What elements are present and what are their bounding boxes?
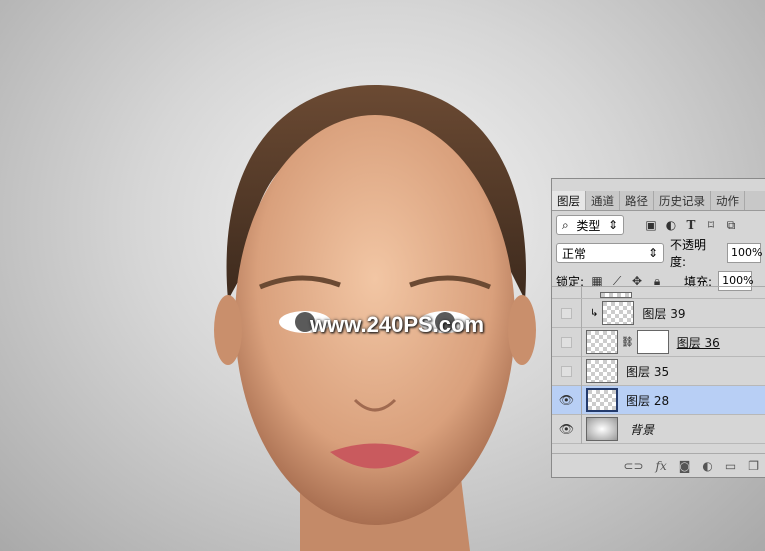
panel-tabs: 图层 通道 路径 历史记录 动作 (552, 191, 765, 211)
opacity-input[interactable]: 100% (727, 243, 762, 263)
add-mask-icon[interactable]: ◙ (679, 459, 691, 473)
layer-thumbnail (602, 301, 635, 325)
layers-panel: 图层 通道 路径 历史记录 动作 ⌕ 类型 ⇕ ▣ ◐ T ⌑ ⧉ 正常 ⇕ 不透明度… (551, 178, 765, 478)
tab-channels[interactable]: 通道 (586, 191, 620, 210)
new-group-icon[interactable]: ▭ (725, 459, 736, 473)
stepper-icon: ⇕ (647, 246, 659, 260)
panel-footer: ⊂⊃ fx ◙ ◐ ▭ ❐ (552, 453, 765, 477)
visibility-toggle[interactable] (552, 298, 582, 328)
smart-object-filter-icon[interactable]: ⧉ (724, 218, 738, 233)
search-icon: ⌕ (562, 217, 569, 232)
layer-row[interactable] (552, 287, 765, 299)
visibility-toggle[interactable] (552, 356, 582, 386)
mask-thumbnail[interactable] (636, 330, 669, 354)
filter-kind-select[interactable]: ⌕ 类型 ⇕ (556, 215, 624, 235)
fx-icon[interactable]: fx (656, 459, 667, 473)
shape-filter-icon[interactable]: ⌑ (704, 218, 718, 232)
layer-list: ↳ 图层 39 ⛓ 图层 36 图层 35 👁︎ 图层 28 👁︎ 背景 (552, 286, 765, 444)
visibility-toggle[interactable] (552, 327, 582, 357)
visibility-toggle[interactable]: 👁︎ (552, 385, 582, 415)
adjustment-filter-icon[interactable]: ◐ (664, 218, 678, 232)
tab-history[interactable]: 历史记录 (654, 191, 711, 210)
tab-layers[interactable]: 图层 (552, 191, 586, 210)
blend-row: 正常 ⇕ 不透明度: 100% (552, 238, 765, 269)
link-layers-icon[interactable]: ⊂⊃ (623, 459, 643, 473)
adjustment-layer-icon[interactable]: ◐ (702, 459, 712, 473)
layer-thumbnail (600, 292, 632, 298)
layer-row[interactable]: 图层 35 (552, 356, 765, 386)
image-filter-icon[interactable]: ▣ (644, 218, 658, 232)
new-layer-icon[interactable]: ❐ (748, 459, 759, 473)
watermark: www.240PS.com (310, 312, 485, 337)
layer-thumbnail (586, 330, 618, 354)
blend-mode-select[interactable]: 正常 ⇕ (556, 243, 665, 263)
stepper-icon: ⇕ (607, 218, 618, 232)
tab-paths[interactable]: 路径 (620, 191, 654, 210)
eye-icon: 👁︎ (558, 422, 575, 436)
clipping-arrow-icon: ↳ (590, 307, 599, 319)
layer-row[interactable]: ↳ 图层 39 (552, 298, 765, 328)
visibility-toggle[interactable]: 👁︎ (552, 414, 582, 444)
link-icon[interactable]: ⛓ (621, 337, 634, 348)
layer-thumbnail (586, 417, 618, 441)
layer-thumbnail (586, 388, 618, 412)
type-filter-icon[interactable]: T (684, 218, 698, 232)
layer-thumbnail (586, 359, 618, 383)
layer-row[interactable]: ⛓ 图层 36 (552, 327, 765, 357)
filter-row: ⌕ 类型 ⇕ ▣ ◐ T ⌑ ⧉ (552, 211, 765, 239)
eye-icon: 👁︎ (558, 393, 575, 407)
layer-row-selected[interactable]: 👁︎ 图层 28 (552, 385, 765, 415)
layer-row[interactable]: 👁︎ 背景 (552, 414, 765, 444)
tab-actions[interactable]: 动作 (711, 191, 745, 210)
opacity-label: 不透明度: (670, 238, 707, 269)
